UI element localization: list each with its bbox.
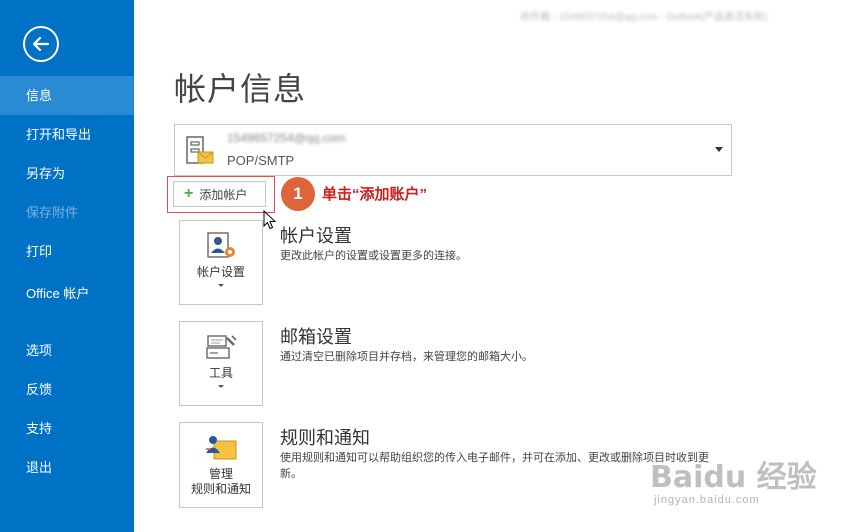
account-settings-tile[interactable]: 帐户设置 — [179, 220, 263, 305]
rules-alerts-title: 规则和通知 — [280, 428, 370, 448]
annotation-text: 单击“添加账户” — [322, 186, 428, 203]
add-account-button[interactable]: + 添加帐户 — [173, 181, 266, 207]
account-settings-description: 更改此帐户的设置或设置更多的连接。 — [280, 250, 467, 262]
nav-item-options[interactable]: 选项 — [0, 331, 134, 370]
caret-down-icon — [218, 385, 224, 388]
mailbox-settings-title: 邮箱设置 — [280, 327, 352, 347]
nav-item-exit[interactable]: 退出 — [0, 448, 134, 487]
manage-rules-tile[interactable]: 管理 规则和通知 — [179, 422, 263, 508]
plus-icon: + — [184, 185, 194, 202]
account-email: 1549657254@qq.com — [227, 131, 346, 145]
manage-rules-tile-line1: 管理 — [208, 467, 233, 481]
nav-item-office-account[interactable]: Office 帐户 — [0, 281, 134, 331]
baidu-jingyan-watermark: Baidu 经验 jingyan.baidu.com — [650, 452, 840, 518]
mailbox-settings-description: 通过清空已删除项目并存档，来管理您的邮箱大小。 — [280, 351, 533, 363]
watermark-logo: Baidu 经验 — [650, 460, 817, 495]
nav-item-print[interactable]: 打印 — [0, 232, 134, 271]
backstage-nav: 信息 打开和导出 另存为 保存附件 打印 Office 帐户 选项 反馈 支持 … — [0, 76, 134, 487]
nav-item-open-export[interactable]: 打开和导出 — [0, 115, 134, 154]
account-settings-icon — [207, 232, 235, 258]
nav-item-support[interactable]: 支持 — [0, 409, 134, 448]
window-title: 收件箱 - 1549657254@qq.com - Outlook(产品激活失败… — [520, 12, 768, 23]
mouse-cursor-icon — [263, 210, 277, 230]
nav-item-info[interactable]: 信息 — [0, 76, 134, 115]
account-icon — [186, 136, 214, 164]
arrow-left-icon — [32, 36, 50, 52]
nav-item-save-attachments: 保存附件 — [26, 205, 79, 220]
page-title: 帐户信息 — [174, 71, 307, 107]
nav-item-feedback[interactable]: 反馈 — [0, 370, 134, 409]
nav-separator — [0, 271, 134, 281]
tools-tile[interactable]: 工具 — [179, 321, 263, 406]
nav-item-save-as[interactable]: 另存为 — [0, 154, 134, 193]
add-account-label: 添加帐户 — [199, 187, 248, 202]
backstage-sidebar: 信息 打开和导出 另存为 保存附件 打印 Office 帐户 选项 反馈 支持 … — [0, 0, 134, 532]
account-settings-title: 帐户设置 — [280, 226, 352, 246]
account-settings-tile-label: 帐户设置 — [196, 265, 245, 279]
rules-alerts-icon — [206, 436, 237, 460]
manage-rules-tile-label: 管理 规则和通知 — [191, 467, 251, 497]
account-dropdown[interactable]: 1549657254@qq.com POP/SMTP — [174, 124, 732, 176]
caret-down-icon — [218, 284, 224, 287]
watermark-url: jingyan.baidu.com — [654, 494, 760, 506]
tools-tile-label: 工具 — [208, 366, 233, 380]
account-type: POP/SMTP — [227, 153, 295, 168]
manage-rules-tile-line2: 规则和通知 — [190, 482, 251, 496]
tools-icon — [206, 335, 237, 359]
back-button[interactable] — [23, 26, 59, 62]
chevron-down-icon — [715, 147, 723, 152]
annotation-step-number: 1 — [281, 177, 315, 211]
